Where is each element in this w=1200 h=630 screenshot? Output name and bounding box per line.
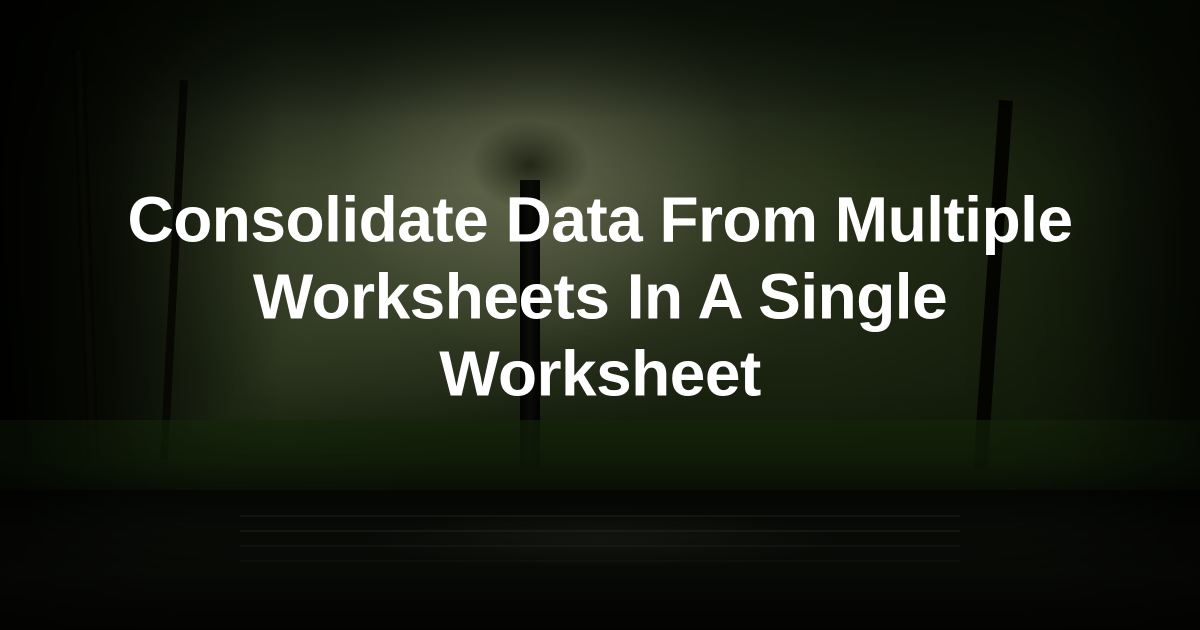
title-container: Consolidate Data From Multiple Worksheet… [90, 181, 1110, 411]
hero-title: Consolidate Data From Multiple Worksheet… [90, 181, 1110, 411]
